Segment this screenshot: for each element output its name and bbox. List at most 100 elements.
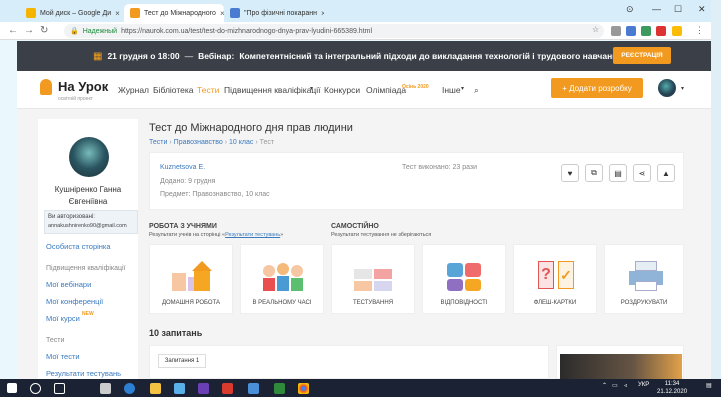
- my-webinars-link[interactable]: Мої вебінари: [46, 280, 91, 289]
- my-conferences-link[interactable]: Мої конференції: [46, 297, 103, 306]
- flashcards-card[interactable]: ? ✓ ФЛЕШ-КАРТКИ: [513, 244, 597, 314]
- my-tests-link[interactable]: Мої тести: [46, 352, 80, 361]
- card-label: ТЕСТУВАННЯ: [352, 300, 394, 306]
- profile-icon[interactable]: ⊙: [626, 4, 634, 15]
- close-icon[interactable]: ×: [115, 9, 120, 18]
- document-button[interactable]: ▤: [609, 164, 627, 182]
- warning-icon: ▲: [662, 168, 670, 178]
- minimize-button[interactable]: —: [652, 4, 661, 14]
- clock[interactable]: 11:34 21.12.2020: [657, 380, 687, 396]
- testing-card[interactable]: ТЕСТУВАННЯ: [331, 244, 415, 314]
- matching-card[interactable]: ВІДПОВІДНОСТІ: [422, 244, 506, 314]
- new-tab-button[interactable]: [324, 4, 340, 22]
- reload-icon[interactable]: ↻: [40, 25, 48, 36]
- nav-library[interactable]: Бібліотека: [153, 85, 194, 95]
- opera-icon[interactable]: [222, 383, 233, 394]
- olympiad-badge: Осінь 2020: [402, 84, 429, 90]
- nav-contests[interactable]: Конкурси: [324, 85, 360, 95]
- viber-icon[interactable]: [198, 383, 209, 394]
- puzzle-icon: [445, 257, 485, 293]
- test-results-link[interactable]: Результати тестувань: [46, 369, 121, 378]
- avatar[interactable]: [658, 79, 676, 97]
- breadcrumb: Тести › Правознавство › 10 клас › Тест: [149, 139, 274, 146]
- forward-icon[interactable]: →: [24, 25, 34, 36]
- close-window-button[interactable]: ✕: [698, 4, 706, 15]
- banner-dash: —: [184, 51, 194, 61]
- breadcrumb-grade[interactable]: 10 клас: [229, 139, 253, 146]
- maximize-button[interactable]: ☐: [674, 4, 682, 15]
- search-icon[interactable]: [30, 383, 41, 394]
- nav-journal[interactable]: Журнал: [118, 85, 149, 95]
- star-icon[interactable]: ☆: [592, 25, 599, 34]
- favorite-button[interactable]: ♥: [561, 164, 579, 182]
- windows-taskbar: ⌃ ▭ ◃ УКР 11:34 21.12.2020 ▤: [0, 379, 721, 397]
- notifications-icon[interactable]: ▤: [706, 382, 712, 389]
- auth-label: Ви авторизовані:: [48, 214, 95, 220]
- test-info-card: Kuznetsova E. Додано: 9 грудня Предмет: …: [149, 152, 684, 210]
- back-icon[interactable]: ←: [8, 25, 18, 36]
- personal-page-link[interactable]: Особиста сторінка: [46, 242, 111, 251]
- volume-icon[interactable]: ◃: [624, 382, 627, 389]
- extension-icon[interactable]: [672, 26, 682, 36]
- promo-banner[interactable]: [556, 345, 684, 380]
- search-icon[interactable]: ⌕: [474, 85, 479, 96]
- extension-icon[interactable]: [626, 26, 636, 36]
- copy-button[interactable]: ⧉: [585, 164, 603, 182]
- section-students-title: РОБОТА З УЧНЯМИ: [149, 223, 217, 230]
- nav-qualification[interactable]: Підвищення кваліфікації: [224, 85, 321, 95]
- language-indicator[interactable]: УКР: [638, 382, 649, 388]
- flashcard-icon: ? ✓: [536, 257, 576, 293]
- print-card[interactable]: РОЗДРУКУВАТИ: [604, 244, 684, 314]
- page-title: Тест до Міжнародного дня прав людини: [149, 122, 353, 134]
- site-logo[interactable]: На Урок освітній проект: [40, 76, 108, 104]
- nav-olympiad[interactable]: Олімпіада: [366, 85, 406, 95]
- subtitle-prefix: Результати учнів на сторінці «: [149, 232, 226, 238]
- file-explorer-icon[interactable]: [150, 383, 161, 394]
- chevron-down-icon[interactable]: ▾: [681, 85, 684, 92]
- report-button[interactable]: ▲: [657, 164, 675, 182]
- extension-icon[interactable]: [611, 26, 621, 36]
- naurok-icon: [130, 8, 140, 18]
- breadcrumb-current: Тест: [259, 139, 275, 146]
- scrollbar[interactable]: [711, 0, 721, 379]
- my-courses-link[interactable]: Мої курси: [46, 314, 80, 323]
- chrome-alt-icon[interactable]: [248, 383, 259, 394]
- breadcrumb-subject[interactable]: Правознавство: [174, 139, 223, 146]
- author-link[interactable]: Kuznetsova E.: [160, 164, 205, 171]
- banner-text: Компетентнісний та інтегральний підходи …: [239, 51, 623, 61]
- tab-title: Мой диск – Google Ди: [40, 9, 112, 17]
- task-view-icon[interactable]: [54, 383, 65, 394]
- mail-icon[interactable]: [100, 383, 111, 394]
- tray-arrow-icon[interactable]: ⌃: [602, 382, 607, 389]
- results-link[interactable]: Результати тестувань: [225, 232, 280, 238]
- bell-logo-icon: [40, 79, 52, 95]
- chrome-icon[interactable]: [298, 383, 309, 394]
- menu-kebab-icon[interactable]: ⋮: [695, 25, 704, 36]
- word-icon[interactable]: [274, 383, 285, 394]
- realtime-card[interactable]: В РЕАЛЬНОМУ ЧАСІ: [240, 244, 324, 314]
- tab-test[interactable]: Тест до Міжнародного ×: [124, 4, 224, 22]
- breadcrumb-tests[interactable]: Тести: [149, 139, 167, 146]
- question-tab[interactable]: Запитання 1: [158, 354, 206, 368]
- extension-icon[interactable]: [641, 26, 651, 36]
- register-button[interactable]: РЕЄСТРАЦІЯ: [613, 47, 671, 64]
- heart-icon: ♥: [567, 168, 573, 178]
- section-students-subtitle: Результати учнів на сторінці «Результати…: [149, 232, 283, 238]
- edge-icon[interactable]: [124, 383, 135, 394]
- add-material-button[interactable]: + Додати розробку: [551, 78, 643, 98]
- nav-tests[interactable]: Тести: [197, 85, 219, 95]
- promo-image: [560, 354, 682, 380]
- breadcrumb-separator: ›: [224, 139, 228, 146]
- share-button[interactable]: ⋖: [633, 164, 651, 182]
- homework-card[interactable]: ДОМАШНЯ РОБОТА: [149, 244, 233, 314]
- nav-other[interactable]: Інше: [442, 85, 461, 95]
- store-icon[interactable]: [174, 383, 185, 394]
- windows-start-icon[interactable]: [7, 383, 17, 393]
- auth-info: Ви авторизовані: annakushnirenko90@gmail…: [44, 210, 138, 234]
- extension-icon[interactable]: [656, 26, 666, 36]
- network-icon[interactable]: ▭: [612, 382, 618, 389]
- url-field[interactable]: 🔒 Надежный https://naurok.com.ua/test/te…: [64, 24, 604, 38]
- tab-article[interactable]: "Про фізичні покаранн ×: [224, 4, 324, 22]
- tab-google-drive[interactable]: Мой диск – Google Ди ×: [20, 4, 124, 22]
- card-label: ФЛЕШ-КАРТКИ: [533, 300, 577, 306]
